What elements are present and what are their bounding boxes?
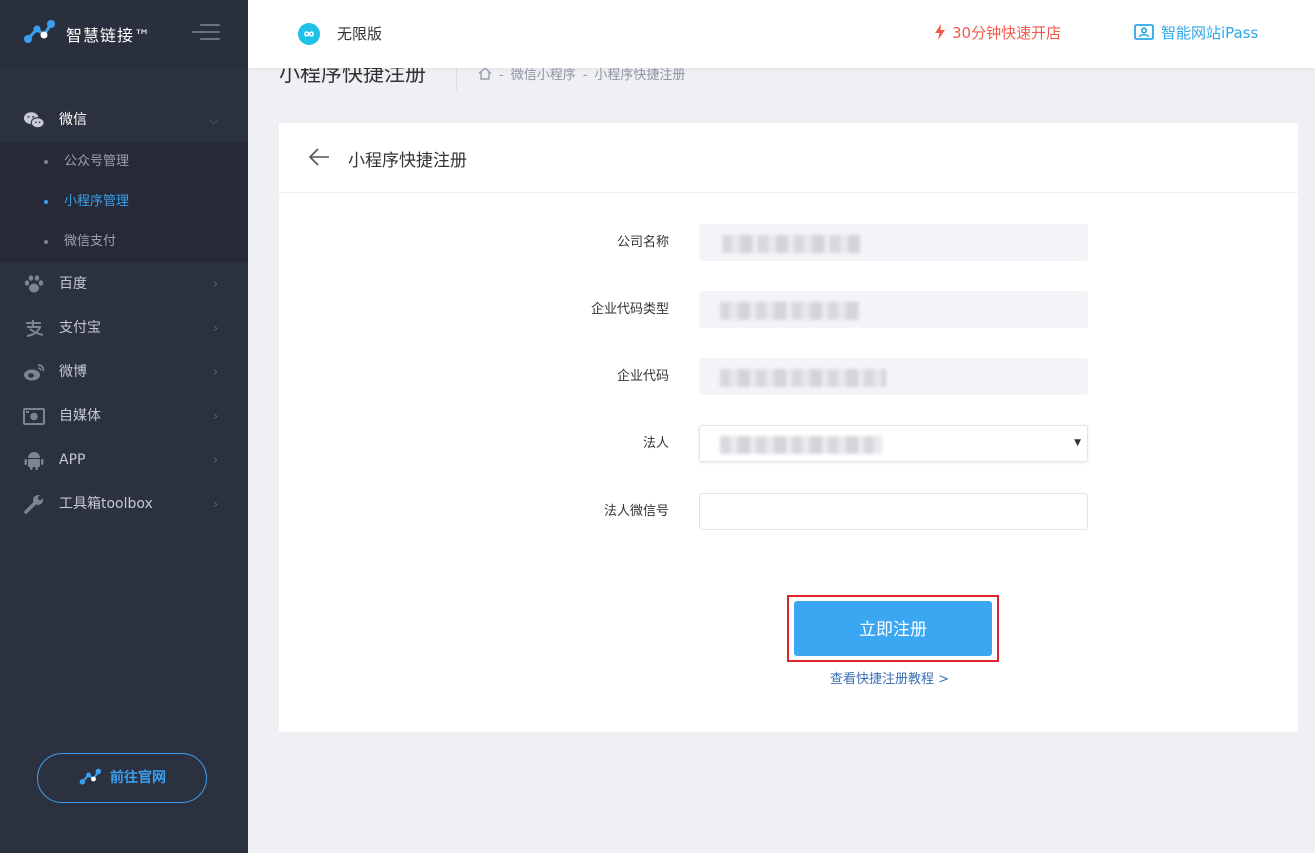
redacted-value [722, 235, 860, 253]
sidebar-item-alipay[interactable]: 支付宝 › [0, 306, 248, 350]
tutorial-link[interactable]: 查看快捷注册教程 > [830, 668, 949, 687]
brand-bar: 智慧链接™ [0, 0, 248, 68]
brand-title: 智慧链接™ [66, 26, 152, 45]
enterprise-code-type-label: 企业代码类型 [590, 302, 669, 317]
form-row-company-name: 公司名称 [279, 224, 1298, 262]
form-row-enterprise-code-type: 企业代码类型 [279, 291, 1298, 329]
sidebar-item-label: 自媒体 [59, 408, 101, 424]
sidebar-subitem-mini-program[interactable]: 小程序管理 [0, 182, 248, 222]
android-icon [24, 452, 44, 470]
sidebar-subitem-wechat-pay[interactable]: 微信支付 [0, 222, 248, 262]
sidebar-item-label: 工具箱toolbox [59, 496, 153, 512]
ipass-link[interactable]: 智能网站iPass [1134, 22, 1258, 43]
sidebar-item-label: 百度 [59, 276, 87, 292]
breadcrumb-item[interactable]: 微信小程序 [511, 68, 576, 83]
chevron-down-icon: ⌵ [208, 113, 218, 127]
register-now-button[interactable]: 立即注册 [794, 601, 992, 656]
company-name-label: 公司名称 [616, 235, 669, 250]
legal-wechat-input[interactable] [699, 493, 1088, 530]
chevron-right-icon: › [213, 321, 218, 335]
breadcrumb-item-current: 小程序快捷注册 [594, 68, 686, 83]
card-title: 小程序快捷注册 [348, 151, 467, 171]
website-icon [1134, 24, 1154, 40]
sidebar-item-wechat[interactable]: 微信 ⌵ [0, 98, 248, 142]
legal-person-select[interactable]: ▼ [699, 425, 1088, 462]
ipass-label: 智能网站iPass [1161, 24, 1259, 42]
sidebar-item-baidu[interactable]: 百度 › [0, 262, 248, 306]
form-row-enterprise-code: 企业代码 [279, 358, 1298, 396]
sidebar-item-label: 微博 [59, 364, 87, 380]
chevron-right-icon: › [213, 453, 218, 467]
goto-official-site-button[interactable]: 前往官网 [37, 753, 207, 803]
back-arrow-icon[interactable] [307, 145, 331, 169]
home-icon[interactable] [478, 67, 492, 80]
sidebar-item-label: 支付宝 [59, 320, 101, 336]
sidebar-nav: 微信 ⌵ 公众号管理 小程序管理 微信支付 百度 › 支付宝 › 微博 › 自媒… [0, 98, 248, 526]
register-highlight-box: 立即注册 [787, 595, 999, 662]
wrench-icon [24, 495, 43, 514]
sidebar-item-weibo[interactable]: 微博 › [0, 350, 248, 394]
sidebar-item-app[interactable]: APP › [0, 438, 248, 482]
baidu-paw-icon [24, 275, 44, 293]
redacted-value [720, 436, 882, 454]
weibo-icon [24, 364, 45, 381]
quick-open-label: 30分钟快速开店 [952, 24, 1062, 42]
enterprise-code-label: 企业代码 [616, 369, 669, 384]
menu-toggle-icon[interactable] [192, 24, 220, 44]
chevron-right-icon: › [213, 497, 218, 511]
chevron-right-icon: › [213, 277, 218, 291]
registration-card: 小程序快捷注册 公司名称 企业代码类型 企业代码 法人 ▼ 法人微信号 立即注册… [279, 123, 1298, 732]
media-icon [23, 408, 45, 425]
brand-logo-icon [24, 20, 55, 43]
alipay-icon [26, 320, 44, 337]
sidebar-item-label: APP [59, 452, 86, 468]
quick-open-store-link[interactable]: 30分钟快速开店 [934, 22, 1061, 43]
legal-person-label: 法人 [642, 436, 669, 451]
top-bar: 无限版 30分钟快速开店 智能网站iPass [248, 0, 1315, 68]
sidebar-item-self-media[interactable]: 自媒体 › [0, 394, 248, 438]
enterprise-code-type-input[interactable] [699, 291, 1088, 328]
infinity-icon [298, 23, 320, 45]
chevron-right-icon: › [213, 365, 218, 379]
goto-site-label: 前往官网 [110, 770, 166, 786]
chevron-right-icon: › [213, 409, 218, 423]
company-name-input[interactable] [699, 224, 1088, 261]
wechat-icon [23, 112, 45, 129]
sidebar-item-label: 微信 [59, 112, 87, 128]
brand-logo-icon [79, 768, 102, 785]
enterprise-code-input[interactable] [699, 358, 1088, 395]
lightning-icon [935, 24, 945, 40]
sidebar-subitem-official-account[interactable]: 公众号管理 [0, 142, 248, 182]
sidebar-item-toolbox[interactable]: 工具箱toolbox › [0, 482, 248, 526]
wechat-submenu: 公众号管理 小程序管理 微信支付 [0, 142, 248, 262]
form-row-legal-wechat: 法人微信号 [279, 493, 1298, 531]
card-header: 小程序快捷注册 [279, 123, 1298, 193]
legal-wechat-label: 法人微信号 [603, 504, 669, 519]
caret-down-icon: ▼ [1074, 438, 1081, 448]
redacted-value [720, 369, 886, 387]
form-row-legal-person: 法人 ▼ [279, 425, 1298, 463]
edition-label: 无限版 [337, 25, 383, 43]
redacted-value [720, 302, 860, 320]
sidebar: 智慧链接™ 微信 ⌵ 公众号管理 小程序管理 微信支付 百度 › 支付宝 › 微… [0, 0, 248, 853]
